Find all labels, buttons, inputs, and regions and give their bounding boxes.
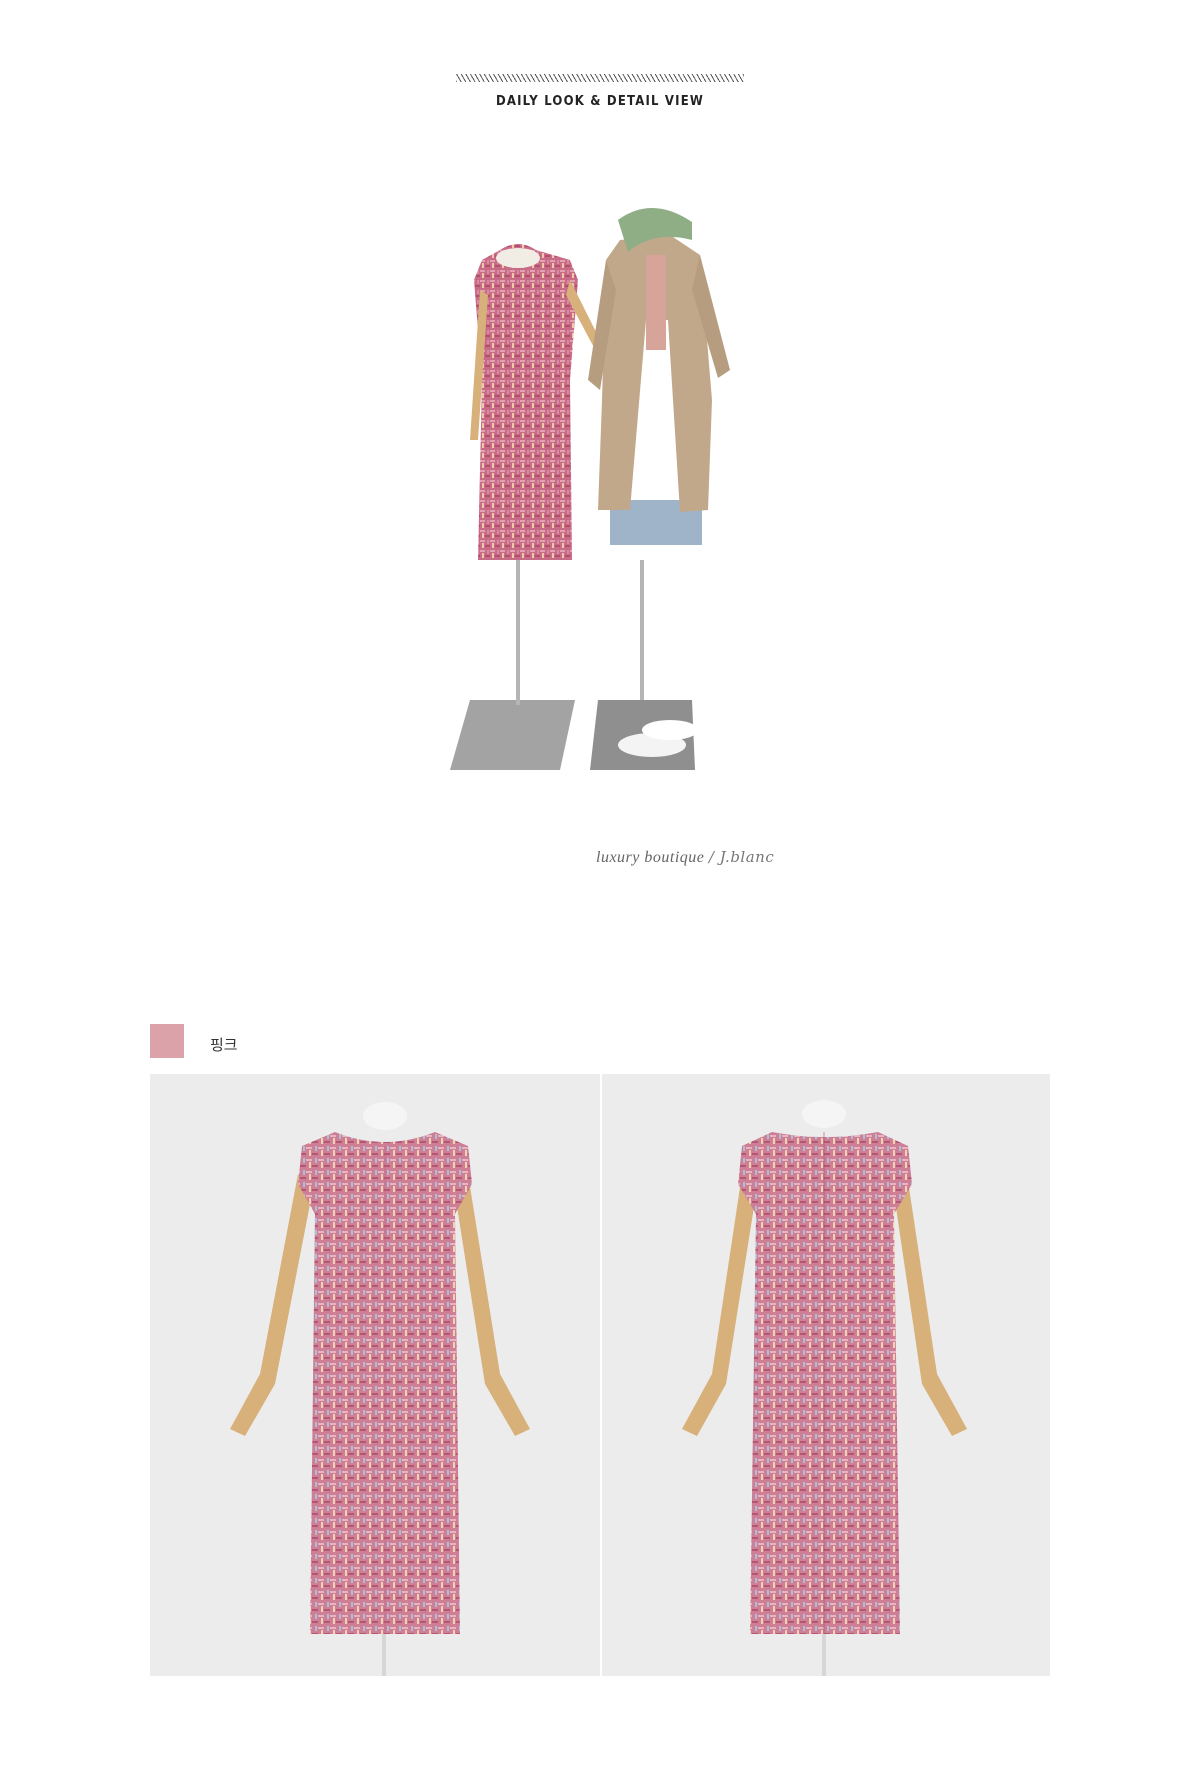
dress-back-image (602, 1074, 1050, 1676)
hero-image (430, 200, 770, 780)
brand-tagline: luxury boutique / J.blanc (596, 848, 774, 867)
tagline-text: luxury boutique (596, 849, 705, 866)
dress-front-photo (150, 1074, 600, 1676)
brand-signature: / J.blanc (708, 848, 775, 866)
section-title: DAILY LOOK & DETAIL VIEW (495, 94, 705, 109)
mannequin-pair-image (450, 207, 730, 770)
dress-front-image (150, 1074, 600, 1676)
decorative-hatch-line (456, 74, 744, 82)
color-name-label: 핑크 (210, 1036, 238, 1054)
color-swatch (150, 1024, 184, 1058)
dress-back-photo (602, 1074, 1050, 1676)
